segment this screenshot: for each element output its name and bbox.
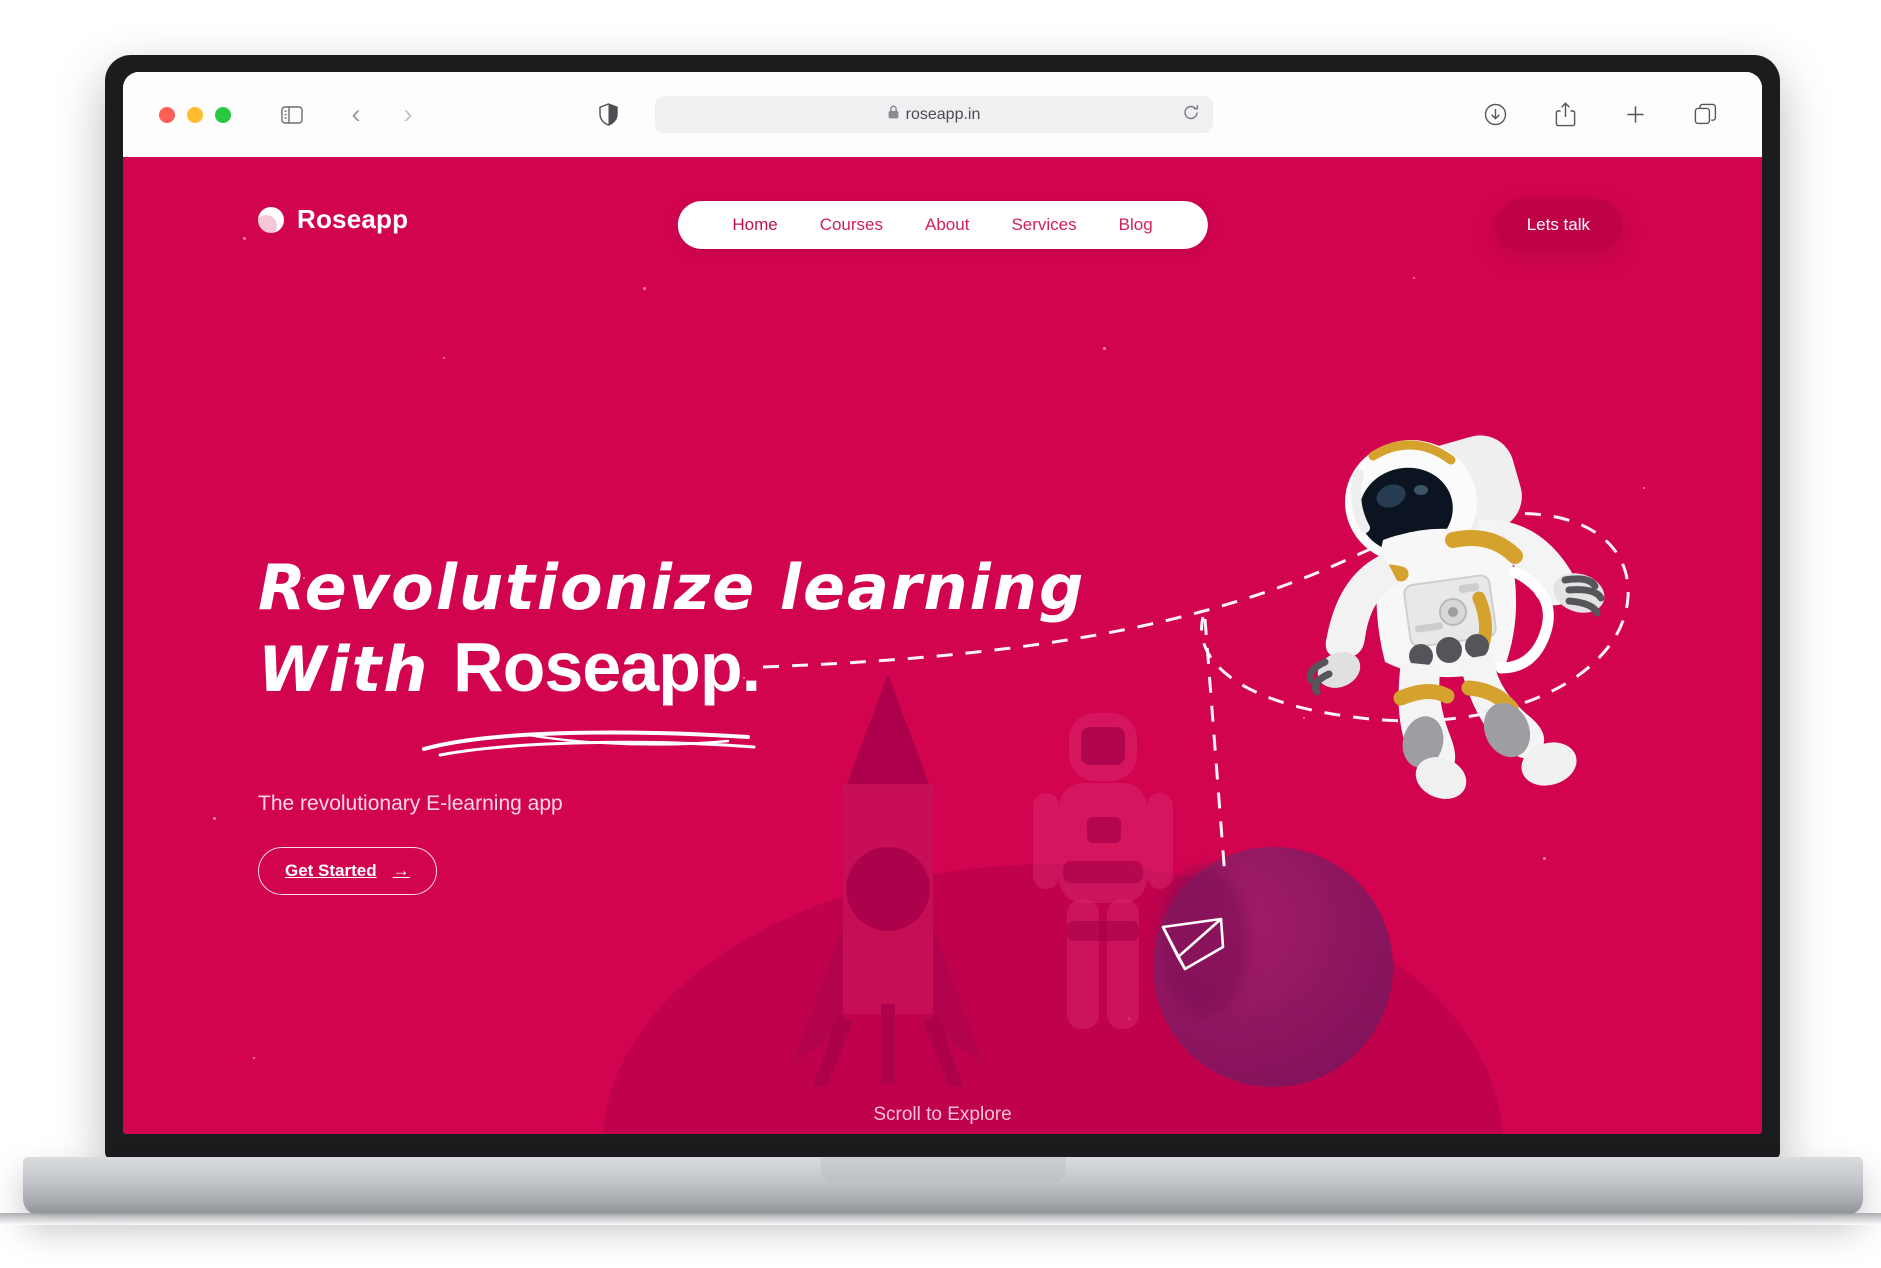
window-controls xyxy=(159,106,231,123)
back-arrow: ‹ xyxy=(351,99,361,129)
share-icon[interactable] xyxy=(1550,100,1580,130)
laptop-base-shadow xyxy=(0,1213,1881,1225)
scroll-hint: Scroll to Explore xyxy=(873,1104,1012,1125)
laptop-base xyxy=(23,1157,1863,1215)
laptop-mockup: ‹ › roseapp.in Roseapp Home Courses Abou… xyxy=(0,55,1881,1225)
lock-icon xyxy=(888,105,899,124)
webpage-viewport: Roseapp Home Courses About Services Blog… xyxy=(123,157,1762,1134)
forward-arrow: › xyxy=(403,99,413,129)
headline-underline xyxy=(422,730,756,757)
shield-icon[interactable] xyxy=(593,100,623,130)
sidebar-icon[interactable] xyxy=(277,100,307,130)
main-navigation: Home Courses About Services Blog xyxy=(677,201,1208,249)
rocket-silhouette xyxy=(793,674,983,1086)
astronaut-illustration xyxy=(1306,435,1605,799)
hero-subtitle: The revolutionary E-learning app xyxy=(258,792,563,815)
logo-text: Roseapp xyxy=(297,204,409,234)
close-button[interactable] xyxy=(159,106,175,123)
nav-item-blog[interactable]: Blog xyxy=(1098,215,1174,235)
reload-icon[interactable] xyxy=(1182,103,1200,126)
nav-item-about[interactable]: About xyxy=(904,215,990,235)
page-title: Revolutionize learning With Roseapp. xyxy=(258,547,1158,709)
get-started-button[interactable]: Get Started → xyxy=(258,847,437,895)
laptop-base-notch xyxy=(820,1157,1066,1183)
new-tab-icon[interactable] xyxy=(1620,100,1650,130)
tab-overview-icon[interactable] xyxy=(1690,100,1720,130)
forward-icon[interactable]: › xyxy=(393,100,423,130)
lets-talk-button[interactable]: Lets talk xyxy=(1494,199,1622,251)
site-header: Roseapp Home Courses About Services Blog… xyxy=(123,157,1762,297)
back-icon[interactable]: ‹ xyxy=(341,100,371,130)
star xyxy=(253,1057,255,1059)
planet-shadow xyxy=(1159,867,1249,1017)
laptop-screen: ‹ › roseapp.in Roseapp Home Courses Abou… xyxy=(123,72,1762,1134)
headline-line-1: Revolutionize learning xyxy=(258,551,1086,624)
laptop-lid: ‹ › roseapp.in Roseapp Home Courses Abou… xyxy=(105,55,1780,1160)
star xyxy=(1103,347,1106,350)
url-text-wrap: roseapp.in xyxy=(888,105,981,124)
star xyxy=(213,817,216,820)
hero-section: Revolutionize learning With Roseapp. The… xyxy=(258,547,1158,895)
star xyxy=(443,357,445,359)
downloads-icon[interactable] xyxy=(1480,100,1510,130)
address-bar[interactable]: roseapp.in xyxy=(655,96,1213,133)
planet-sphere xyxy=(1153,847,1393,1087)
headline-line-2-prefix: With xyxy=(258,633,454,707)
nav-item-home[interactable]: Home xyxy=(711,215,798,235)
star xyxy=(1643,487,1645,489)
nav-item-services[interactable]: Services xyxy=(990,215,1097,235)
navigation-buttons: ‹ › xyxy=(341,100,423,130)
nav-item-courses[interactable]: Courses xyxy=(799,215,904,235)
browser-toolbar: ‹ › roseapp.in xyxy=(123,72,1762,157)
get-started-label: Get Started xyxy=(285,861,377,880)
zoom-button[interactable] xyxy=(215,106,231,123)
arrow-right-icon: → xyxy=(392,861,410,880)
rose-logo-icon xyxy=(258,206,284,233)
logo[interactable]: Roseapp xyxy=(258,204,408,235)
headline-brand: Roseapp. xyxy=(453,628,761,707)
minimize-button[interactable] xyxy=(187,106,203,123)
browser-tools xyxy=(1480,100,1720,130)
star xyxy=(1543,857,1546,860)
url-label: roseapp.in xyxy=(905,105,981,123)
